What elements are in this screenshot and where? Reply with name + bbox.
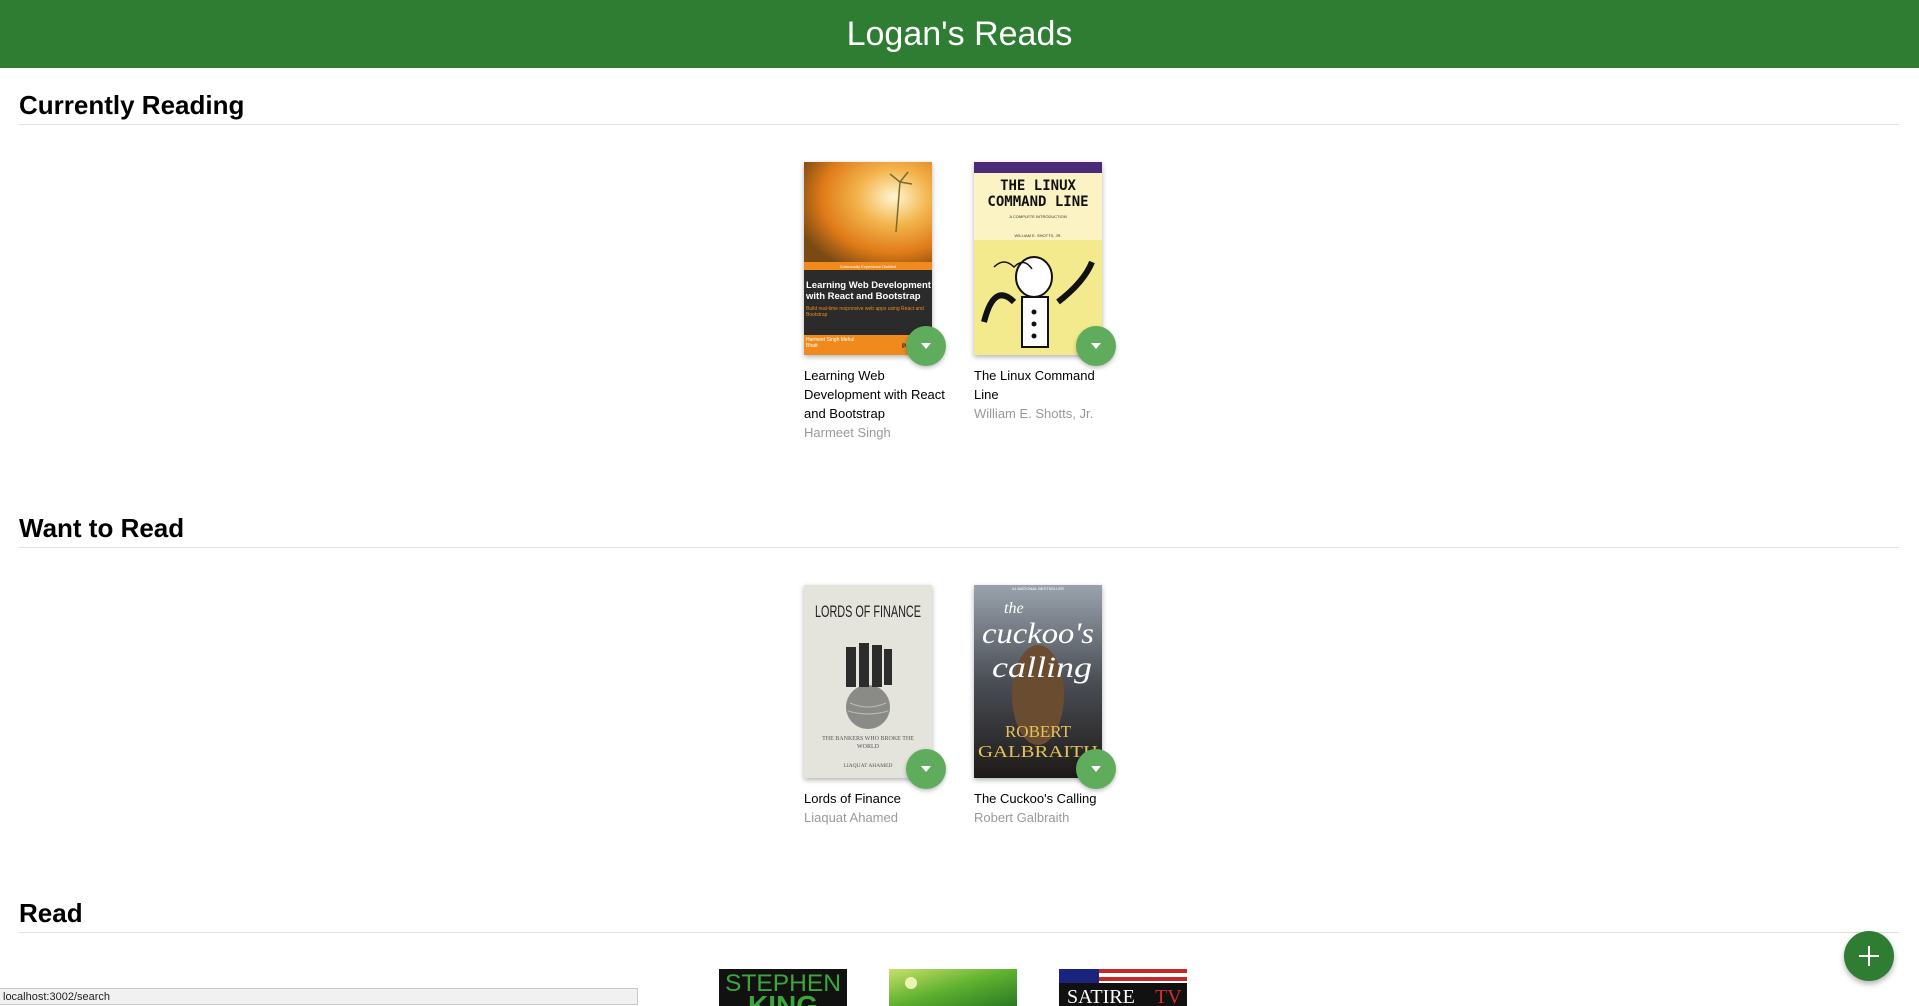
app-title: Logan's Reads: [846, 14, 1073, 53]
cover-heading: Learning Web Development with React and …: [806, 280, 931, 302]
book-title: Lords of Finance: [804, 791, 901, 806]
cover-authors-line1: ROBERT: [1005, 722, 1072, 741]
shelf-divider: [19, 932, 1899, 933]
cover-heading-line1: the: [1004, 600, 1024, 617]
shelf-title-want-to-read: Want to Read: [19, 513, 185, 543]
cover-authors: LIAQUAT AHAMED: [844, 763, 893, 769]
shelf-changer-button[interactable]: [906, 326, 946, 366]
shelf-changer-button[interactable]: [1076, 326, 1116, 366]
cover-heading: LORDS OF FINANCE: [815, 602, 921, 621]
cover-series-text: Community Experience Distilled: [840, 264, 896, 269]
shelf-changer-button[interactable]: [1076, 749, 1116, 789]
cover-text-line2: KING: [748, 990, 818, 1006]
cover-badge: #1 NATIONAL BESTSELLER: [1012, 586, 1064, 591]
browser-status-bar: localhost:3002/search: [0, 988, 638, 1005]
cover-heading-line2: cuckoo's: [982, 617, 1094, 650]
cover-text-line2: TV: [1155, 986, 1182, 1006]
shelf-divider: [19, 547, 1899, 548]
cover-heading-line3: calling: [992, 651, 1092, 684]
book-cover-satire-tv[interactable]: SATIRE TV: [1059, 969, 1187, 1006]
cover-authors: Harmeet Singh Mehul Bhatt: [806, 337, 855, 349]
app-header: Logan's Reads: [0, 0, 1919, 68]
book-author: William E. Shotts, Jr.: [974, 406, 1094, 421]
book-author: Robert Galbraith: [974, 810, 1070, 825]
cover-text-line1: SATIRE: [1067, 986, 1135, 1006]
cover-authors: WILLIAM E. SHOTTS, JR.: [1015, 233, 1062, 238]
book-cover-stephen-king[interactable]: STEPHEN KING: [719, 969, 847, 1006]
book-title: The Cuckoo's Calling: [974, 791, 1097, 806]
book-cover[interactable]: LORDS OF FINANCE THE BANKERS WHO BROKE T…: [804, 585, 932, 778]
book-title: Learning Web Development with React and …: [804, 368, 945, 421]
shelf-title-currently-reading: Currently Reading: [19, 90, 245, 120]
cover-subtitle: Build real-time responsive web apps usin…: [806, 306, 924, 318]
cover-heading: THE LINUX COMMAND LINE: [987, 178, 1089, 210]
shelf-title-read: Read: [19, 898, 83, 928]
book-author: Liaquat Ahamed: [804, 810, 898, 825]
book-cover[interactable]: #1 NATIONAL BESTSELLER the cuckoo's call…: [974, 585, 1102, 778]
book-cover-green[interactable]: [889, 969, 1017, 1006]
shelf-divider: [19, 124, 1899, 125]
cover-subtitle: THE BANKERS WHO BROKE THE WORLD: [822, 736, 914, 750]
book-title: The Linux Command Line: [974, 368, 1095, 402]
book-cover[interactable]: THE LINUX COMMAND LINE A COMPLETE INTROD…: [974, 162, 1102, 355]
add-book-button[interactable]: [1844, 931, 1894, 981]
book-cover[interactable]: Community Experience Distilled Learning …: [804, 162, 932, 355]
book-author: Harmeet Singh: [804, 425, 891, 440]
cover-subtitle: A COMPLETE INTRODUCTION: [1009, 214, 1066, 219]
shelf-changer-button[interactable]: [906, 749, 946, 789]
